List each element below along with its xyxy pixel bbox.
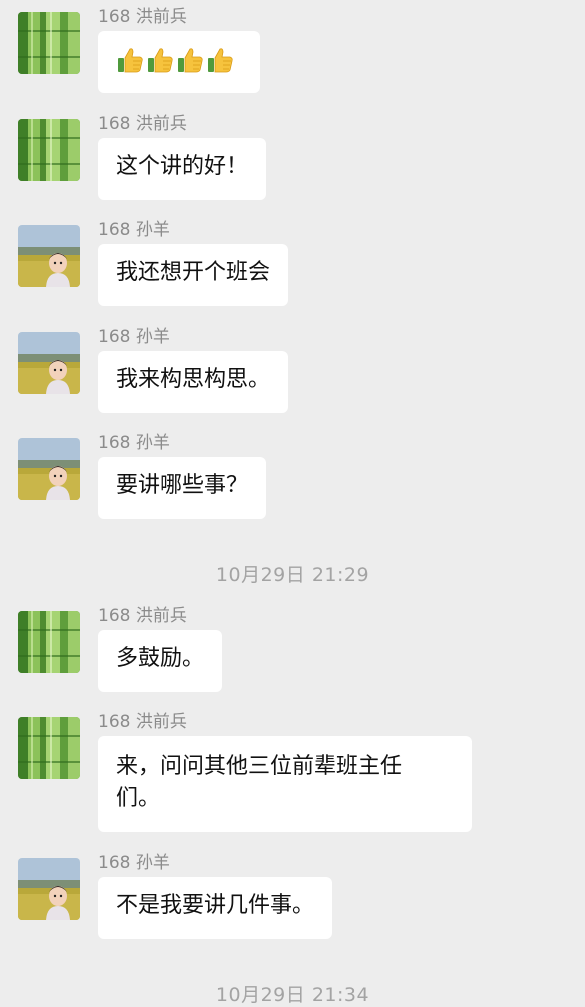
sender-name: 168 洪前兵	[98, 7, 187, 27]
sender-name: 168 孙羊	[98, 327, 170, 347]
message-bubble[interactable]: 我来构思构思。	[98, 351, 289, 413]
message-text: 我来构思构思。	[116, 367, 271, 392]
bamboo-avatar[interactable]	[18, 12, 80, 74]
timestamp: 10月29日 21:29	[215, 564, 370, 586]
message-bubble[interactable]: 这个讲的好！	[98, 138, 267, 200]
child-avatar[interactable]	[18, 225, 80, 287]
message-text: 多鼓励。	[116, 646, 205, 671]
child-avatar[interactable]	[18, 332, 80, 394]
message-bubble[interactable]: 来，问问其他三位前辈班主任 们。	[98, 736, 472, 832]
sender-name: 168 孙羊	[98, 433, 170, 453]
sender-name: 168 孙羊	[98, 220, 170, 240]
message-bubble[interactable]: 多鼓励。	[98, 630, 223, 692]
sender-name: 168 洪前兵	[98, 606, 187, 626]
bamboo-avatar[interactable]	[18, 611, 80, 673]
thumbs-up-icon	[146, 46, 174, 74]
message-text: 我还想开个班会	[116, 260, 271, 285]
emoji-row	[116, 44, 242, 76]
child-avatar[interactable]	[18, 438, 80, 500]
message-bubble[interactable]: 要讲哪些事？	[98, 457, 267, 519]
thumbs-up-icon	[206, 46, 234, 74]
message-text-line: 们。	[116, 786, 161, 811]
thumbs-up-icon	[176, 46, 204, 74]
message-bubble[interactable]: 我还想开个班会	[98, 244, 289, 306]
chat-view: 168 洪前兵 168 洪前兵 这个讲的好！ 168 孙羊 我还想开个班会 16…	[0, 0, 585, 1006]
bamboo-avatar[interactable]	[18, 717, 80, 779]
thumbs-up-icon	[116, 46, 144, 74]
message-text: 不是我要讲几件事。	[116, 893, 315, 918]
message-text: 这个讲的好！	[116, 154, 249, 179]
sender-name: 168 孙羊	[98, 853, 170, 873]
message-bubble[interactable]: 不是我要讲几件事。	[98, 877, 333, 939]
bamboo-avatar[interactable]	[18, 119, 80, 181]
sender-name: 168 洪前兵	[98, 114, 187, 134]
message-text-line: 来，问问其他三位前辈班主任	[116, 754, 403, 779]
sender-name: 168 洪前兵	[98, 712, 187, 732]
child-avatar[interactable]	[18, 858, 80, 920]
message-bubble[interactable]	[98, 31, 260, 93]
message-text: 要讲哪些事？	[116, 473, 249, 498]
